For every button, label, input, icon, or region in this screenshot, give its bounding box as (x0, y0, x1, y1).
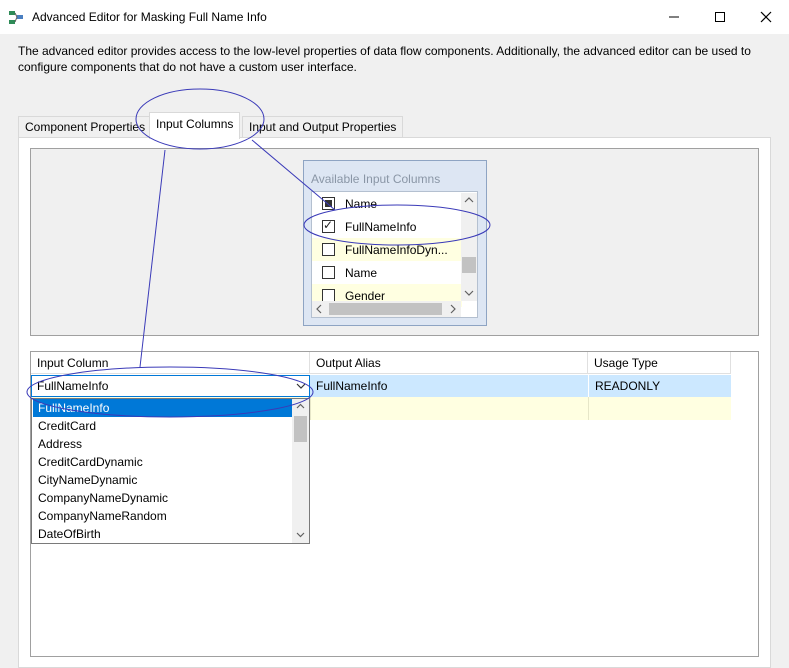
column-label: Name (345, 196, 378, 211)
cell-divider (588, 397, 589, 420)
list-item[interactable]: Name (312, 192, 462, 215)
available-list-vertical-scrollbar[interactable] (461, 193, 477, 301)
header-output-alias[interactable]: Output Alias (310, 352, 588, 374)
list-item[interactable]: FullNameInfo (312, 215, 462, 238)
combobox-dropdown-button[interactable] (292, 376, 309, 396)
dropdown-option[interactable]: CompanyNameRandom (33, 507, 294, 525)
cell-divider (310, 397, 311, 420)
input-column-value: FullNameInfo (37, 379, 109, 393)
dropdown-scroll-thumb[interactable] (294, 416, 307, 442)
tab-input-output-properties[interactable]: Input and Output Properties (242, 116, 404, 137)
tab-component-properties[interactable]: Component Properties (18, 116, 153, 137)
dropdown-option[interactable]: DateOfBirth (33, 525, 294, 543)
column-label: FullNameInfoDyn... (345, 242, 448, 257)
list-item[interactable]: FullNameInfoDyn... (312, 238, 462, 261)
output-alias-cell[interactable]: FullNameInfo (310, 375, 588, 397)
usage-type-cell[interactable]: READONLY (588, 375, 731, 397)
editor-description: The advanced editor provides access to t… (18, 44, 751, 74)
maximize-button[interactable] (697, 0, 743, 34)
dropdown-option[interactable]: CreditCardDynamic (33, 453, 294, 471)
window-title: Advanced Editor for Masking Full Name In… (32, 10, 267, 24)
app-icon (9, 10, 24, 25)
list-item[interactable]: Name (312, 261, 462, 284)
close-icon (760, 11, 772, 23)
header-usage-type[interactable]: Usage Type (588, 352, 731, 374)
close-button[interactable] (743, 0, 789, 34)
column-checkbox[interactable] (322, 266, 335, 279)
available-list-horizontal-scrollbar[interactable] (312, 301, 461, 317)
column-checkbox[interactable] (322, 243, 335, 256)
column-checkbox[interactable] (322, 197, 335, 210)
chevron-down-icon (296, 383, 305, 389)
dropdown-option[interactable]: Address (33, 435, 294, 453)
dropdown-option[interactable]: CreditCard (33, 417, 294, 435)
tab-input-columns[interactable]: Input Columns (149, 112, 241, 139)
header-input-column[interactable]: Input Column (31, 352, 310, 374)
available-columns-list[interactable]: Name FullNameInfo FullNameInfoDyn... Nam… (311, 191, 478, 318)
dropdown-option[interactable]: CompanyNameDynamic (33, 489, 294, 507)
input-column-dropdown-list[interactable]: FullNameInfo CreditCard Address CreditCa… (31, 398, 310, 544)
column-checkbox[interactable] (322, 218, 335, 233)
dropdown-option[interactable]: CityNameDynamic (33, 471, 294, 489)
available-input-columns-title: Available Input Columns (311, 172, 441, 186)
column-label: Name (345, 265, 378, 280)
minimize-button[interactable] (651, 0, 697, 34)
dropdown-option[interactable]: FullNameInfo (33, 399, 294, 417)
column-label: FullNameInfo (345, 219, 417, 234)
minimize-icon (669, 16, 679, 18)
maximize-icon (715, 12, 725, 22)
